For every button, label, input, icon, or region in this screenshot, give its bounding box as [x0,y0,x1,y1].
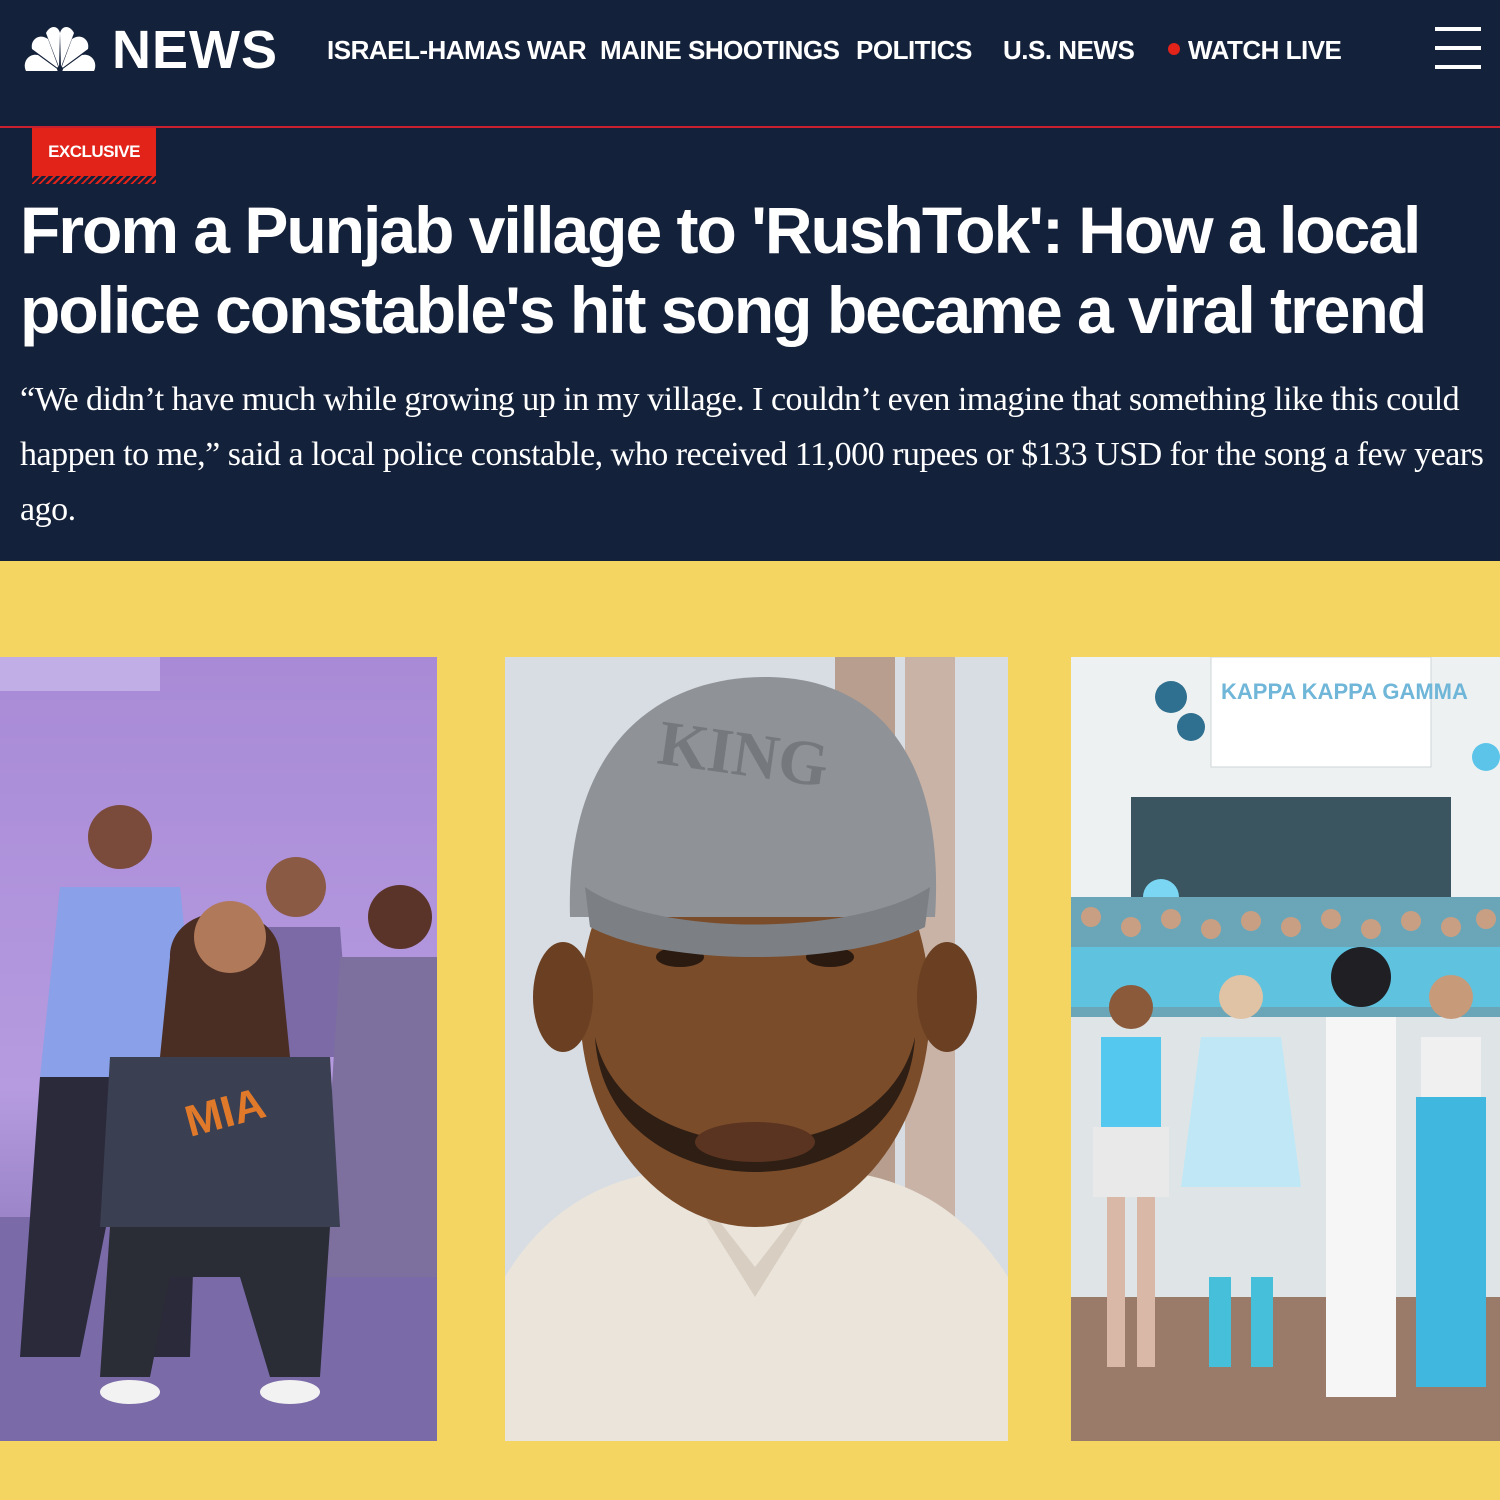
nav-watch-live[interactable]: WATCH LIVE [1188,30,1342,70]
article-dek: “We didn’t have much while growing up in… [20,381,1484,528]
dancers-photo: MIA [0,657,437,1441]
exclusive-badge: EXCLUSIVE [32,128,156,176]
constable-portrait-photo: KING [505,657,1008,1441]
nav-politics[interactable]: POLITICS [856,30,972,70]
site-header: NEWS ISRAEL-HAMAS WAR MAINE SHOOTINGS PO… [0,0,1500,126]
banner-text: KAPPA KAPPA GAMMA [1221,679,1468,704]
nav-us-news[interactable]: U.S. NEWS [1003,30,1135,70]
nav-israel-hamas-war[interactable]: ISRAEL-HAMAS WAR [327,30,587,70]
live-indicator-icon [1168,43,1180,55]
header-divider [0,126,1500,128]
article-headline: From a Punjab village to 'RushTok': How … [20,193,1427,347]
nbc-peacock-icon [24,27,96,72]
hero-image: MIA KING KAPPA KAPPA GAMMA [0,561,1500,1500]
badge-hatch-decoration [32,176,156,184]
nav-maine-shootings[interactable]: MAINE SHOOTINGS [600,30,840,70]
site-name: NEWS [112,20,278,80]
hamburger-menu-icon[interactable] [1435,27,1481,69]
site-logo[interactable]: NEWS [24,20,278,80]
sorority-rush-photo: KAPPA KAPPA GAMMA [1071,657,1500,1441]
